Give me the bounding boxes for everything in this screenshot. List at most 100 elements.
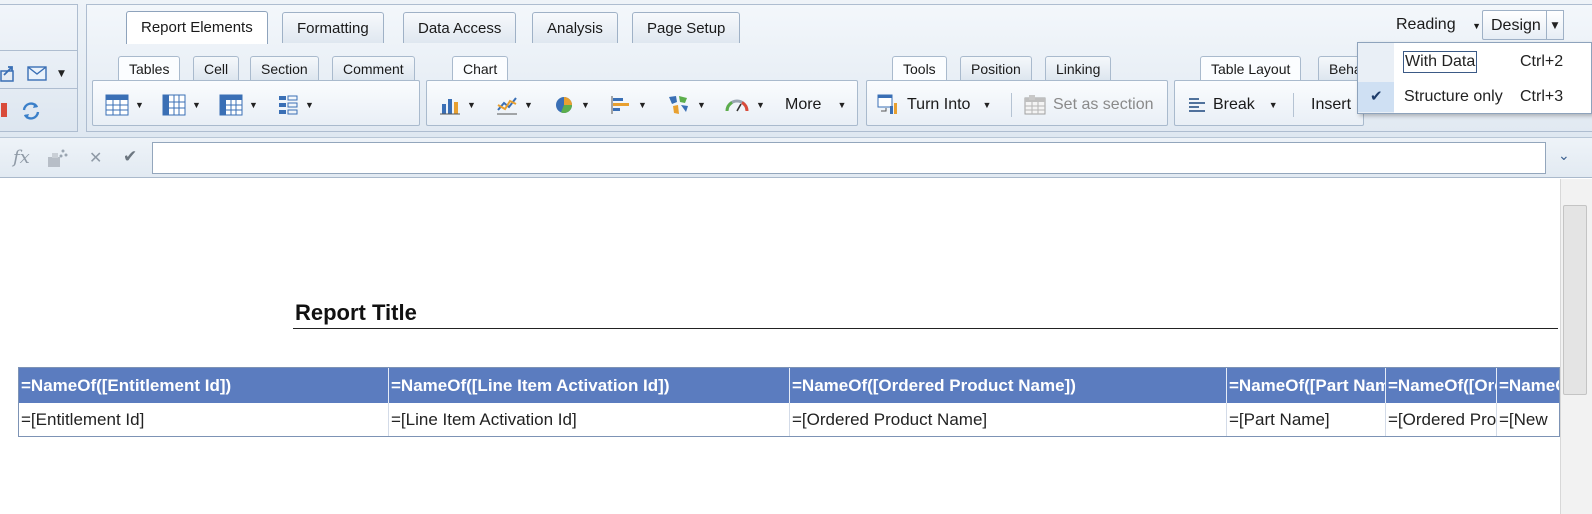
horizontal-bar-chart-button[interactable]: ▼ [610, 93, 647, 117]
bar-chart-icon [440, 99, 460, 115]
mail-dropdown-caret-icon[interactable]: ▼ [58, 69, 65, 79]
reading-caret-icon: ▼ [1472, 21, 1481, 31]
edit-icon[interactable] [0, 102, 8, 118]
caret-icon: ▼ [305, 100, 314, 110]
crosstab-icon [219, 94, 243, 116]
more-label: More [785, 96, 822, 113]
subtab-position[interactable]: Position [960, 56, 1032, 80]
break-icon [1189, 98, 1205, 112]
horizontal-table-button[interactable]: ▼ [105, 93, 144, 117]
vertical-table-icon [162, 94, 186, 116]
cancel-icon[interactable]: ✕ [89, 148, 102, 167]
table-cell[interactable]: =[Part Name] [1227, 403, 1386, 436]
vertical-table-button[interactable]: ▼ [162, 93, 201, 117]
report-title[interactable]: Report Title [295, 300, 417, 326]
subtab-tools[interactable]: Tools [892, 56, 947, 80]
header-cell-line-item-activation-id[interactable]: =NameOf([Line Item Activation Id]) [389, 368, 790, 403]
export-icon[interactable] [0, 63, 16, 83]
line-chart-icon [497, 97, 517, 115]
insert-label: Insert [1311, 96, 1352, 113]
tools-toolbar-group: Turn Into ▼ Set as section [866, 80, 1168, 126]
horizontal-table-icon [105, 94, 129, 116]
mail-icon[interactable] [27, 66, 47, 81]
subtab-comment[interactable]: Comment [332, 56, 415, 80]
design-mode-button[interactable]: Design [1482, 10, 1550, 40]
menu-item-shortcut: Ctrl+3 [1520, 88, 1564, 105]
header-cell-new[interactable]: =NameOf([New [1497, 368, 1559, 403]
checkmark-icon: ✔ [1370, 88, 1383, 105]
formula-bar: fx ✕ ✔ ⌄ [0, 138, 1592, 178]
caret-icon: ▼ [756, 100, 765, 110]
table-cell[interactable]: =[Entitlement Id] [19, 403, 389, 436]
expand-formula-bar-icon[interactable]: ⌄ [1558, 148, 1570, 164]
map-chart-icon [669, 96, 688, 114]
bar-chart-button[interactable]: ▼ [439, 93, 476, 117]
subtab-chart[interactable]: Chart [452, 56, 509, 80]
subtab-cell[interactable]: Cell [193, 56, 240, 80]
turn-into-button[interactable]: Turn Into ▼ [877, 93, 991, 117]
header-cell-ordered-product-name-2[interactable]: =NameOf([Ordered Product Name]) [1386, 368, 1497, 403]
tab-data-access[interactable]: Data Access [403, 12, 517, 43]
form-table-button[interactable]: ▼ [277, 93, 314, 117]
gauge-chart-button[interactable]: ▼ [724, 93, 765, 117]
pie-chart-button[interactable]: ▼ [553, 93, 590, 117]
caret-icon: ▼ [467, 100, 476, 110]
variable-editor-icon[interactable] [46, 147, 70, 169]
header-cell-part-name[interactable]: =NameOf([Part Name]) [1227, 368, 1386, 403]
tab-page-setup[interactable]: Page Setup [632, 12, 741, 43]
left-quick-toolbar: ▼ [0, 4, 78, 132]
menu-item-label: Structure only [1404, 88, 1503, 105]
menu-item-shortcut: Ctrl+2 [1520, 53, 1564, 70]
crosstab-button[interactable]: ▼ [219, 93, 258, 117]
tab-report-elements[interactable]: Report Elements [126, 11, 268, 44]
caret-icon: ▼ [1268, 100, 1278, 110]
form-table-icon [279, 95, 298, 115]
caret-icon: ▼ [192, 100, 201, 110]
reading-mode-button[interactable]: Reading ▼ [1388, 10, 1489, 40]
break-button[interactable]: Break ▼ [1187, 93, 1278, 117]
line-chart-button[interactable]: ▼ [496, 93, 533, 117]
design-label: Design [1491, 17, 1541, 34]
subtab-section[interactable]: Section [250, 56, 319, 80]
subtab-linking[interactable]: Linking [1045, 56, 1112, 80]
turn-into-label: Turn Into [907, 96, 971, 113]
subtab-table-layout[interactable]: Table Layout [1200, 56, 1302, 80]
vertical-scrollbar-thumb[interactable] [1563, 205, 1587, 395]
table-cell[interactable]: =[Ordered Product Name] [1386, 403, 1497, 436]
accept-icon[interactable]: ✔ [123, 147, 137, 167]
header-cell-ordered-product-name[interactable]: =NameOf([Ordered Product Name]) [790, 368, 1227, 403]
set-as-section-button[interactable]: Set as section [1023, 93, 1154, 117]
formula-input[interactable] [152, 142, 1546, 174]
header-cell-entitlement-id[interactable]: =NameOf([Entitlement Id]) [19, 368, 389, 403]
subtab-tables[interactable]: Tables [118, 56, 181, 80]
table-cell[interactable]: =[Line Item Activation Id] [389, 403, 790, 436]
horizontal-bar-chart-icon [611, 96, 629, 114]
set-as-section-icon [1024, 95, 1046, 115]
tab-formatting[interactable]: Formatting [282, 12, 384, 43]
caret-icon: ▼ [524, 100, 533, 110]
caret-icon: ▼ [135, 100, 144, 110]
table-cell[interactable]: =[Ordered Product Name] [790, 403, 1227, 436]
insert-button[interactable]: Insert [1311, 93, 1351, 117]
more-charts-button[interactable]: More ▼ [785, 93, 846, 117]
formula-editor-icon[interactable]: fx [13, 147, 30, 168]
pie-chart-icon [556, 97, 572, 113]
menu-item-with-data[interactable]: With Data Ctrl+2 [1358, 47, 1592, 77]
table-layout-toolbar-group: Break ▼ Insert [1174, 80, 1364, 126]
refresh-icon[interactable] [20, 101, 42, 121]
break-label: Break [1213, 96, 1255, 113]
caret-icon: ▼ [982, 100, 992, 110]
tab-analysis[interactable]: Analysis [532, 12, 618, 43]
caret-icon: ▼ [697, 100, 706, 110]
map-chart-button[interactable]: ▼ [667, 93, 706, 117]
caret-icon: ▼ [837, 100, 847, 110]
menu-item-structure-only[interactable]: ✔ Structure only Ctrl+3 [1358, 82, 1592, 112]
menu-item-label: With Data [1402, 51, 1478, 73]
gauge-chart-icon [725, 99, 749, 112]
table-cell[interactable]: =[New [1497, 403, 1559, 436]
chart-toolbar-group: ▼ ▼ ▼ ▼ ▼ ▼ More ▼ [426, 80, 858, 126]
design-dropdown-caret-icon[interactable]: ▼ [1546, 10, 1564, 40]
reading-label: Reading [1396, 16, 1456, 33]
report-table[interactable]: =NameOf([Entitlement Id]) =NameOf([Line … [18, 367, 1560, 437]
turn-into-icon [877, 94, 897, 114]
